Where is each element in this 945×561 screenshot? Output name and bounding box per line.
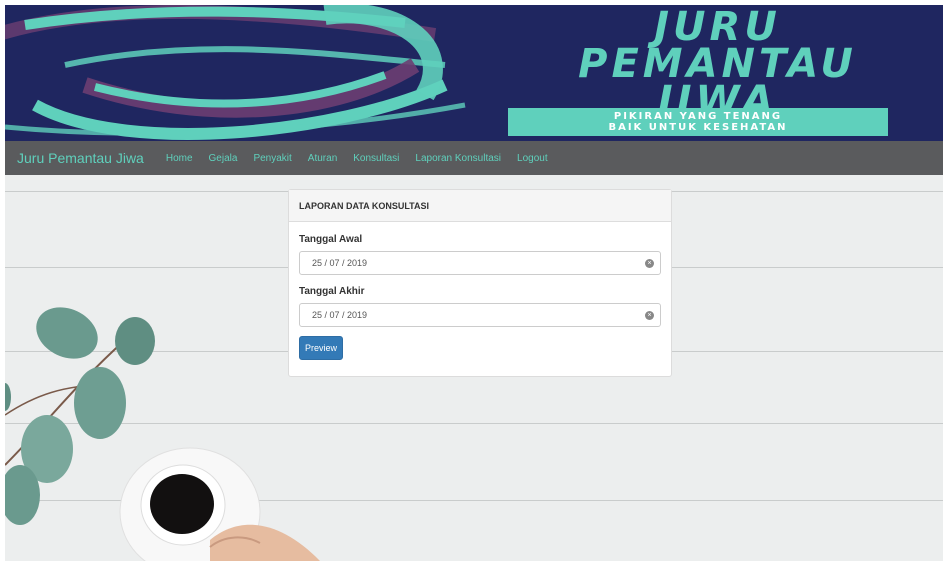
preview-button[interactable]: Preview bbox=[299, 336, 344, 360]
nav-link-home[interactable]: Home bbox=[166, 153, 193, 164]
end-date-value: 25 / 07 / 2019 bbox=[312, 310, 368, 320]
card-body: Tanggal Awal 25 / 07 / 2019 × Tanggal Ak… bbox=[289, 222, 671, 360]
nav-link-laporan-konsultasi[interactable]: Laporan Konsultasi bbox=[415, 153, 501, 164]
brush-art-graphic bbox=[5, 5, 466, 140]
brand-tagline: PIKIRAN YANG TENANG BAIK UNTUK KESEHATAN bbox=[508, 108, 888, 136]
tagline-line-1: PIKIRAN YANG TENANG bbox=[613, 111, 783, 122]
end-date-label: Tanggal Akhir bbox=[299, 286, 365, 297]
end-date-input[interactable]: 25 / 07 / 2019 × bbox=[299, 303, 661, 327]
brand-title: JURU PEMANTAU JIWA bbox=[535, 7, 900, 121]
clear-circle-icon[interactable]: × bbox=[645, 310, 654, 320]
hand-icon bbox=[209, 524, 320, 561]
start-date-value: 25 / 07 / 2019 bbox=[312, 258, 368, 268]
start-date-input[interactable]: 25 / 07 / 2019 × bbox=[299, 251, 661, 275]
start-date-label: Tanggal Awal bbox=[299, 234, 363, 245]
main-navbar: Juru Pemantau Jiwa Home Gejala Penyakit … bbox=[5, 141, 943, 175]
nav-link-logout[interactable]: Logout bbox=[517, 153, 548, 164]
tagline-line-2: BAIK UNTUK KESEHATAN bbox=[608, 122, 788, 133]
card-header: LAPORAN DATA KONSULTASI bbox=[289, 190, 671, 222]
nav-link-konsultasi[interactable]: Konsultasi bbox=[353, 153, 399, 164]
nav-link-penyakit[interactable]: Penyakit bbox=[253, 153, 291, 164]
navbar-brand-link[interactable]: Juru Pemantau Jiwa bbox=[17, 150, 144, 166]
nav-link-gejala[interactable]: Gejala bbox=[209, 153, 238, 164]
report-card: LAPORAN DATA KONSULTASI Tanggal Awal 25 … bbox=[288, 189, 672, 377]
nav-link-aturan[interactable]: Aturan bbox=[308, 153, 337, 164]
clear-circle-icon[interactable]: × bbox=[645, 258, 654, 268]
header-banner: JURU PEMANTAU JIWA PIKIRAN YANG TENANG B… bbox=[5, 5, 943, 141]
